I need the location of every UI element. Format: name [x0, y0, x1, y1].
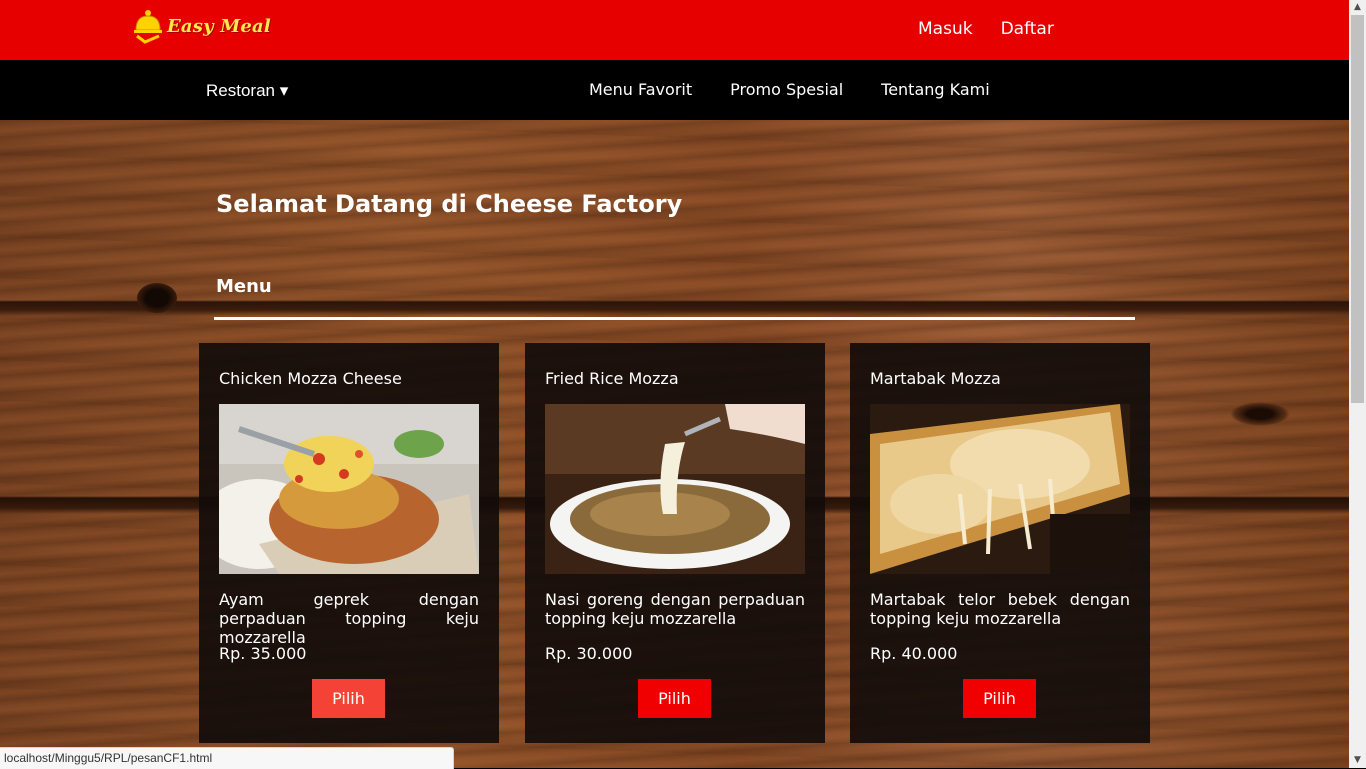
auth-links: Masuk Daftar — [918, 19, 1054, 39]
food-image-martabak — [870, 404, 1130, 574]
brand-logo[interactable]: Easy Meal — [133, 6, 271, 46]
restaurant-dropdown[interactable]: Restoran ▾ — [206, 81, 288, 101]
card-title: Chicken Mozza Cheese — [219, 369, 402, 388]
login-link[interactable]: Masuk — [918, 19, 973, 39]
register-link[interactable]: Daftar — [1001, 19, 1054, 39]
caret-down-icon: ▾ — [279, 81, 289, 100]
menu-card: Chicken Mozza Cheese Ayam geprek dengan … — [199, 343, 499, 743]
browser-status-bar: localhost/Minggu5/RPL/pesanCF1.html — [0, 747, 454, 769]
card-description: Nasi goreng dengan perpaduan topping kej… — [545, 590, 805, 628]
scroll-down-icon[interactable]: ▼ — [1349, 753, 1366, 768]
card-price: Rp. 35.000 — [219, 644, 307, 663]
wood-knot — [137, 283, 177, 313]
menu-card: Fried Rice Mozza Nasi goreng dengan perp… — [525, 343, 825, 743]
card-title: Martabak Mozza — [870, 369, 1001, 388]
card-title: Fried Rice Mozza — [545, 369, 679, 388]
nav-menu-favorit[interactable]: Menu Favorit — [589, 80, 692, 99]
card-price: Rp. 30.000 — [545, 644, 633, 663]
select-button[interactable]: Pilih — [312, 679, 385, 718]
wood-knot — [1230, 402, 1290, 426]
brand-name: Easy Meal — [167, 15, 271, 37]
nav-links: Menu Favorit Promo Spesial Tentang Kami — [589, 80, 990, 99]
food-image-fried-rice — [545, 404, 805, 574]
scroll-thumb[interactable] — [1351, 15, 1364, 403]
cloche-icon — [134, 10, 162, 44]
menu-card: Martabak Mozza Martabak telor bebek deng… — [850, 343, 1150, 743]
page-title: Selamat Datang di Cheese Factory — [216, 190, 683, 218]
section-divider — [214, 317, 1135, 320]
nav-promo-spesial[interactable]: Promo Spesial — [730, 80, 843, 99]
select-button[interactable]: Pilih — [638, 679, 711, 718]
card-price: Rp. 40.000 — [870, 644, 958, 663]
scroll-up-icon[interactable]: ▲ — [1349, 0, 1366, 15]
section-title: Menu — [216, 276, 272, 297]
main-nav: Restoran ▾ Menu Favorit Promo Spesial Te… — [0, 60, 1349, 120]
restaurant-dropdown-label: Restoran — [206, 81, 275, 100]
vertical-scrollbar[interactable]: ▲ ▼ — [1349, 0, 1366, 768]
card-description: Martabak telor bebek dengan topping keju… — [870, 590, 1130, 628]
top-header: Easy Meal Masuk Daftar — [0, 0, 1349, 60]
select-button[interactable]: Pilih — [963, 679, 1036, 718]
food-image-chicken — [219, 404, 479, 574]
nav-tentang-kami[interactable]: Tentang Kami — [881, 80, 990, 99]
card-description: Ayam geprek dengan perpaduan topping kej… — [219, 590, 479, 647]
